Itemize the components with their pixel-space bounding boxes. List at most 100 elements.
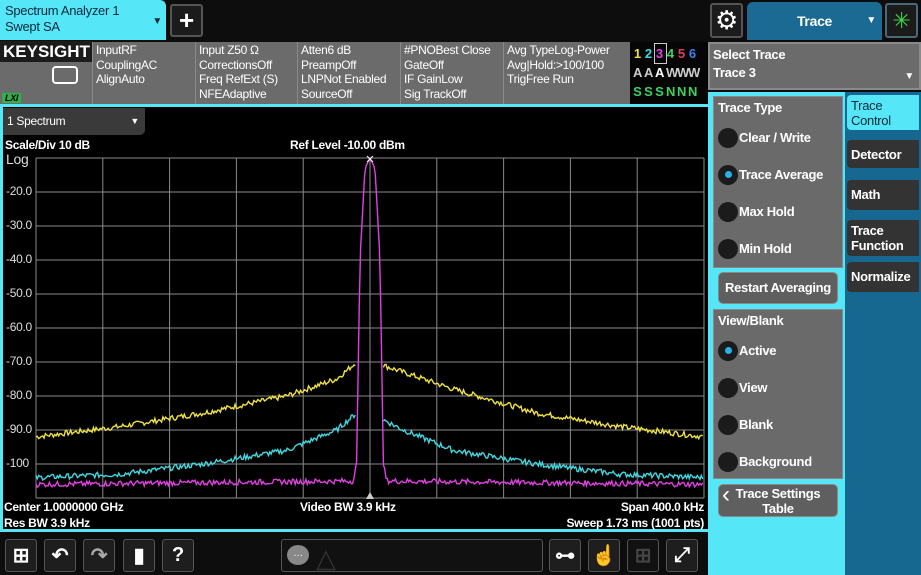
button-line-1: Trace Settings: [735, 486, 821, 501]
settings-cell[interactable]: InputRF CouplingAC AlignAuto: [92, 42, 195, 104]
trace-type-letter: W: [666, 65, 681, 80]
setting-text: #PNOBest Close: [404, 43, 491, 57]
y-tick-label: -20.0: [6, 184, 32, 198]
video-bw[interactable]: Video BW 3.9 kHz: [300, 500, 396, 514]
y-tick-label: -90.0: [6, 422, 32, 436]
button-line-2: Table: [762, 501, 794, 516]
select-trace-dropdown[interactable]: Select Trace Trace 3 ▼: [708, 42, 921, 90]
radio-dot-icon: [718, 238, 738, 259]
center-freq[interactable]: Center 1.0000000 GHz: [4, 500, 124, 514]
trace-type-group: Trace Type Clear / Write Trace Average Max…: [713, 96, 843, 268]
tab-label: Trace: [851, 223, 884, 238]
dropdown-arrow-icon: ▼: [904, 71, 914, 82]
trace-detector-letter: N: [677, 84, 689, 99]
radio-max-hold[interactable]: Max Hold: [718, 193, 838, 230]
trace-number[interactable]: 1: [633, 44, 644, 63]
trace-detector-letter: N: [688, 84, 700, 99]
radio-label: View: [739, 380, 768, 395]
tab-label: Normalize: [851, 269, 911, 284]
trace-number[interactable]: 4: [666, 44, 677, 63]
trace-settings-table-button[interactable]: ‹ Trace Settings Table: [718, 483, 838, 517]
multi-screen-icon[interactable]: ⊶: [549, 539, 581, 572]
setting-text: CouplingAC: [96, 57, 158, 72]
layout-grid-icon[interactable]: ⊞: [627, 539, 659, 572]
radio-trace-average[interactable]: Trace Average: [718, 156, 838, 193]
setting-text: TrigFree Run: [507, 72, 574, 86]
spectrum-plot[interactable]: [0, 104, 708, 532]
restart-averaging-button[interactable]: Restart Averaging: [718, 272, 838, 304]
trace-indicator[interactable]: 1 2 3 4 5 6 AAAWWW SSSNNN: [630, 42, 708, 104]
trace-type-title: Trace Type: [718, 100, 782, 115]
touch-icon[interactable]: ☝: [588, 539, 620, 572]
radio-label: Trace Average: [739, 167, 824, 182]
tab-subtitle: Swept SA: [5, 19, 60, 34]
tab-math[interactable]: Math: [847, 180, 919, 210]
radio-view[interactable]: View: [718, 369, 838, 406]
trace-number[interactable]: 2: [644, 44, 655, 63]
radio-active[interactable]: Active: [718, 332, 838, 369]
tab-trace-control[interactable]: Trace Control: [847, 95, 919, 130]
screen-share-icon[interactable]: [52, 66, 78, 84]
res-bw[interactable]: Res BW 3.9 kHz: [4, 516, 90, 530]
trace-type-letter: W: [688, 65, 703, 80]
radio-dot-icon: [718, 201, 738, 222]
settings-cell[interactable]: Atten6 dB PreampOff LNPNot Enabled SourceOf…: [297, 42, 400, 104]
setting-text: IF GainLow: [404, 72, 463, 86]
settings-cell[interactable]: #PNOBest Close GateOff IF GainLow Sig Track…: [400, 42, 503, 104]
dropdown-arrow-icon: ▼: [152, 16, 162, 27]
radio-background[interactable]: Background: [718, 443, 838, 480]
setting-text: CorrectionsOff: [199, 57, 272, 72]
help-icon[interactable]: ?: [162, 539, 194, 572]
span[interactable]: Span 400.0 kHz: [621, 500, 704, 514]
settings-cell[interactable]: Avg TypeLog-Power Avg|Hold:>100/100 TrigFr…: [503, 42, 630, 104]
radio-dot-icon: [718, 340, 738, 361]
select-trace-value: Trace 3: [713, 65, 756, 80]
tab-label: Control: [851, 113, 891, 128]
radio-blank[interactable]: Blank: [718, 406, 838, 443]
trace-number[interactable]: 6: [688, 44, 699, 63]
add-screen-button[interactable]: +: [170, 4, 203, 37]
setting-text: GateOff: [404, 57, 444, 72]
setting-text: Atten6 dB: [301, 43, 352, 57]
gear-icon[interactable]: ⚙: [710, 3, 743, 38]
logo-text: KEYSIGHT: [0, 41, 93, 62]
trace-detector-letter: S: [633, 84, 644, 99]
center-marker-icon: [366, 492, 374, 499]
mode-menu-dropdown[interactable]: Trace ▼: [747, 2, 882, 40]
radio-dot-icon: [718, 164, 738, 185]
windows-icon[interactable]: ⊞: [5, 539, 37, 572]
radio-clear-write[interactable]: Clear / Write: [718, 119, 838, 156]
busy-spinner-icon[interactable]: ✳: [885, 3, 918, 38]
radio-dot-icon: [718, 451, 738, 472]
setting-text: LNPNot Enabled: [301, 72, 387, 86]
setting-text: Avg|Hold:>100/100: [507, 57, 604, 72]
tab-detector[interactable]: Detector: [847, 140, 919, 168]
trace-type-letter: A: [655, 65, 667, 80]
trace-line-trace-2: [382, 418, 704, 482]
dropdown-arrow-icon: ▼: [866, 15, 876, 26]
analyzer-tab[interactable]: Spectrum Analyzer 1 Swept SA ▼: [0, 0, 166, 40]
trace-number[interactable]: 3: [654, 43, 667, 64]
tab-normalize[interactable]: Normalize: [847, 262, 919, 292]
message-icon[interactable]: …: [287, 545, 309, 565]
redo-icon[interactable]: ↷: [83, 539, 115, 572]
radio-min-hold[interactable]: Min Hold: [718, 230, 838, 267]
trace-number[interactable]: 5: [677, 44, 688, 63]
sweep-time[interactable]: Sweep 1.73 ms (1001 pts): [566, 516, 704, 530]
file-icon[interactable]: ▮: [123, 539, 155, 572]
trace-line-trace-1: [35, 363, 356, 440]
tab-trace-function[interactable]: Trace Function: [847, 220, 919, 256]
radio-label: Min Hold: [739, 241, 792, 256]
message-bar[interactable]: … △: [281, 539, 543, 573]
setting-text: NFEAdaptive: [199, 86, 267, 101]
undo-icon[interactable]: ↶: [44, 539, 76, 572]
setting-text: PreampOff: [301, 57, 357, 72]
lxi-badge: LXI: [2, 93, 22, 103]
settings-cell[interactable]: Input Z50 Ω CorrectionsOff Freq RefExt (S)…: [195, 42, 297, 104]
trace-type-letter: A: [644, 65, 656, 80]
maximize-icon[interactable]: ⤢: [666, 539, 698, 572]
radio-label: Max Hold: [739, 204, 795, 219]
radio-label: Active: [739, 343, 777, 358]
y-tick-label: -40.0: [6, 252, 32, 266]
setting-text: Avg TypeLog-Power: [507, 43, 610, 57]
